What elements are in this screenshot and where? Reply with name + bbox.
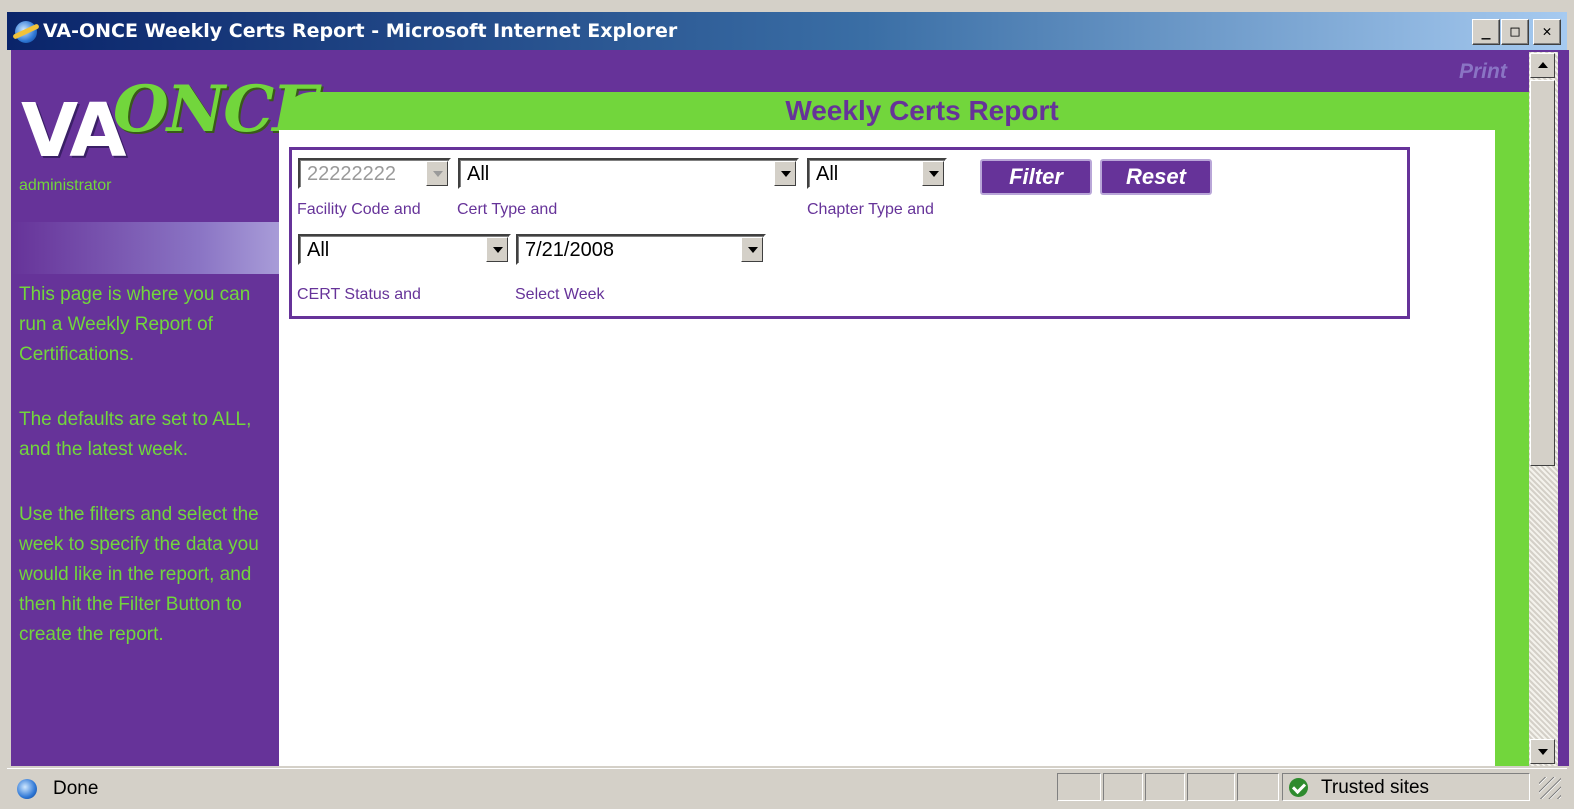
filter-panel: 22222222 Facility Code and All Cert Type… [289, 147, 1410, 319]
chevron-down-icon [774, 161, 796, 186]
minimize-button[interactable]: _ [1472, 19, 1500, 45]
status-text: Done [53, 778, 99, 799]
chapter-type-select[interactable]: All [807, 158, 947, 189]
reset-button[interactable]: Reset [1100, 159, 1212, 195]
cert-type-value: All [467, 163, 490, 185]
page-title: Weekly Certs Report [785, 95, 1059, 126]
filter-button[interactable]: Filter [980, 159, 1092, 195]
status-pane [1187, 773, 1235, 801]
status-bar: Done Trusted sites [7, 768, 1567, 807]
chevron-down-icon [922, 161, 944, 186]
chapter-type-value: All [816, 163, 839, 185]
maximize-button[interactable]: □ [1501, 19, 1529, 45]
window-titlebar[interactable]: VA-ONCE Weekly Certs Report - Microsoft … [7, 12, 1567, 50]
chevron-down-icon [426, 161, 448, 186]
status-pane [1057, 773, 1101, 801]
sidebar: VA ONCE administrator This page is where… [11, 50, 321, 766]
status-pane [1237, 773, 1279, 801]
chapter-type-label: Chapter Type and [807, 201, 934, 218]
facility-code-value: 22222222 [307, 163, 396, 185]
chevron-down-icon [486, 237, 508, 262]
scroll-up-button[interactable] [1530, 53, 1555, 78]
select-week-label: Select Week [515, 286, 605, 303]
zone-label: Trusted sites [1321, 777, 1430, 798]
select-week-value: 7/21/2008 [525, 239, 614, 261]
select-week-select[interactable]: 7/21/2008 [516, 234, 766, 265]
help-paragraph: This page is where you can run a Weekly … [19, 284, 251, 365]
status-pane [1103, 773, 1143, 801]
facility-code-select[interactable]: 22222222 [298, 158, 451, 189]
cert-status-value: All [307, 239, 330, 261]
page-content: VA ONCE administrator This page is where… [11, 50, 1569, 766]
status-pane [1145, 773, 1185, 801]
scroll-down-button[interactable] [1530, 739, 1555, 764]
vertical-scrollbar[interactable] [1529, 52, 1558, 766]
ie-logo-icon [15, 21, 37, 43]
help-paragraph: The defaults are set to ALL, and the lat… [19, 409, 252, 460]
help-paragraph: Use the filters and select the week to s… [19, 504, 259, 645]
print-link[interactable]: Print [1459, 60, 1507, 84]
trusted-check-icon [1289, 778, 1308, 797]
resize-grip-icon[interactable] [1539, 777, 1561, 799]
cert-type-label: Cert Type and [457, 201, 558, 218]
user-name: administrator [19, 177, 112, 194]
cert-type-select[interactable]: All [458, 158, 799, 189]
close-button[interactable]: ✕ [1533, 19, 1561, 45]
help-text: This page is where you can run a Weekly … [19, 280, 277, 685]
security-zone[interactable]: Trusted sites [1282, 773, 1530, 801]
facility-code-label: Facility Code and [297, 201, 421, 218]
cert-status-select[interactable]: All [298, 234, 511, 265]
window-title: VA-ONCE Weekly Certs Report - Microsoft … [43, 20, 678, 42]
va-once-logo: VA ONCE [21, 58, 321, 174]
ie-page-icon [17, 779, 37, 799]
chevron-down-icon [741, 237, 763, 262]
sidebar-divider [11, 222, 279, 274]
logo-va-text: VA [21, 88, 127, 174]
cert-status-label: CERT Status and [297, 286, 421, 303]
scrollbar-thumb[interactable] [1530, 80, 1555, 466]
